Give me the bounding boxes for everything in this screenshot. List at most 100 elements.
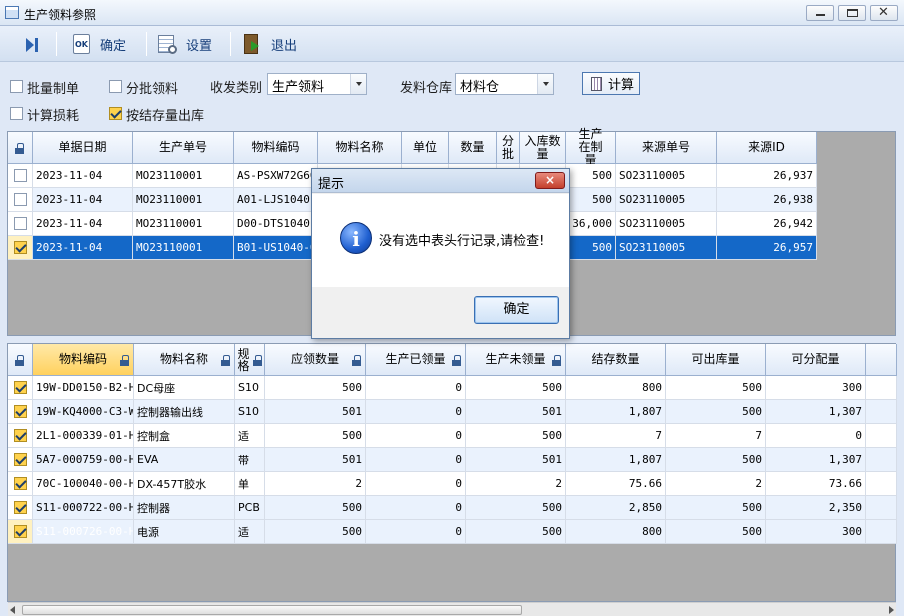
col-header[interactable]: 来源单号: [616, 132, 717, 164]
cell-spec[interactable]: S10: [235, 376, 265, 400]
cell-date[interactable]: 2023-11-04: [33, 188, 133, 212]
cell-date[interactable]: 2023-11-04: [33, 164, 133, 188]
cell-untaken[interactable]: 501: [466, 400, 566, 424]
cell-taken[interactable]: 0: [366, 424, 466, 448]
row-checkbox[interactable]: [13, 241, 27, 254]
col-header[interactable]: 生产在制量: [566, 128, 616, 167]
cell-taken[interactable]: 0: [366, 472, 466, 496]
cell-id[interactable]: 26,938: [717, 188, 817, 212]
cell-order[interactable]: MO23110001: [133, 236, 234, 260]
cell-id[interactable]: 26,937: [717, 164, 817, 188]
table-row[interactable]: S11-000726-00-H 电源适 500 0 500 800 500 300: [8, 520, 897, 544]
chevron-down-icon[interactable]: [350, 74, 366, 94]
cell-out[interactable]: 500: [666, 376, 766, 400]
cell-name[interactable]: 控制盒: [134, 424, 235, 448]
scroll-left-icon[interactable]: [10, 606, 15, 614]
cell-alloc[interactable]: 73.66: [766, 472, 866, 496]
send-type-select[interactable]: 生产领料: [267, 73, 367, 95]
cell-code[interactable]: S11-000722-00-H: [33, 496, 134, 520]
row-checkbox[interactable]: [13, 405, 27, 418]
collapse-button[interactable]: [22, 30, 44, 58]
col-header[interactable]: 规格: [235, 344, 265, 376]
row-checkbox[interactable]: [13, 477, 27, 490]
cell-spec[interactable]: 带: [235, 448, 265, 472]
cell-out[interactable]: 500: [666, 400, 766, 424]
cell-need[interactable]: 500: [265, 496, 366, 520]
settings-button[interactable]: 设置: [156, 30, 212, 58]
cell-alloc[interactable]: 300: [766, 376, 866, 400]
cell-code[interactable]: 2L1-000339-01-H: [33, 424, 134, 448]
cell-untaken[interactable]: 2: [466, 472, 566, 496]
cell-spec[interactable]: 单: [235, 472, 265, 496]
cell-code[interactable]: 5A7-000759-00-H: [33, 448, 134, 472]
cell-code[interactable]: A01-LJS1040-: [234, 188, 318, 212]
cell-id[interactable]: 26,942: [717, 212, 817, 236]
cell-taken[interactable]: 0: [366, 520, 466, 544]
col-header[interactable]: 入库数量: [520, 132, 566, 164]
col-header[interactable]: 可分配量: [766, 344, 866, 376]
table-row[interactable]: S11-000722-00-H 控制器 PCB 500 0 500 2,850 500 2,35…: [8, 496, 897, 520]
col-header[interactable]: 生产已领量: [366, 344, 466, 376]
cell-wip[interactable]: 500: [566, 188, 616, 212]
row-checkbox[interactable]: [13, 453, 27, 466]
cell-stock[interactable]: 7: [566, 424, 666, 448]
cell-code[interactable]: AS-PSXW72G60: [234, 164, 318, 188]
cell-out[interactable]: 500: [666, 448, 766, 472]
chevron-down-icon[interactable]: [537, 74, 553, 94]
cell-overflow[interactable]: [866, 520, 897, 544]
cell-out[interactable]: 500: [666, 496, 766, 520]
col-header[interactable]: 物料名称: [134, 344, 235, 376]
col-header[interactable]: 物料名称: [318, 132, 402, 164]
cell-need[interactable]: 501: [265, 400, 366, 424]
cell-alloc[interactable]: 2,350: [766, 496, 866, 520]
table-row[interactable]: 19W-DD0150-B2-H DC母座 S10 500 0 500 800 500 300: [8, 376, 897, 400]
cell-untaken[interactable]: 500: [466, 520, 566, 544]
cell-alloc[interactable]: 1,307: [766, 400, 866, 424]
col-header[interactable]: 可出库量: [666, 344, 766, 376]
cell-code[interactable]: 70C-100040-00-H: [33, 472, 134, 496]
row-selector[interactable]: [8, 376, 33, 400]
calc-loss-checkbox[interactable]: [10, 107, 23, 120]
col-header[interactable]: 来源ID: [717, 132, 817, 164]
cell-name[interactable]: 控制器: [134, 496, 235, 520]
cell-need[interactable]: 500: [265, 520, 366, 544]
row-checkbox[interactable]: [13, 501, 27, 514]
cell-overflow[interactable]: [866, 376, 897, 400]
cell-need[interactable]: 500: [265, 376, 366, 400]
cell-spec[interactable]: 适: [235, 424, 265, 448]
cell-code[interactable]: 19W-KQ4000-C3-W: [33, 400, 134, 424]
cell-stock[interactable]: 800: [566, 376, 666, 400]
cell-spec[interactable]: 适: [235, 520, 265, 544]
cell-untaken[interactable]: 500: [466, 496, 566, 520]
horizontal-scrollbar[interactable]: [8, 602, 896, 616]
cell-need[interactable]: 501: [265, 448, 366, 472]
batch-pick-checkbox[interactable]: [109, 80, 122, 93]
col-header-more[interactable]: [866, 344, 897, 376]
row-selector[interactable]: [8, 236, 33, 260]
cell-wip[interactable]: 500: [566, 164, 616, 188]
minimize-button[interactable]: [806, 5, 834, 21]
row-checkbox[interactable]: [13, 193, 27, 206]
dialog-close-button[interactable]: ×: [535, 172, 565, 189]
cell-code[interactable]: B01-US1040-0: [234, 236, 318, 260]
maximize-button[interactable]: [838, 5, 866, 21]
cell-taken[interactable]: 0: [366, 400, 466, 424]
cell-name[interactable]: 控制器输出线: [134, 400, 235, 424]
cell-spec[interactable]: S10: [235, 400, 265, 424]
col-header[interactable]: 分批: [497, 132, 520, 164]
by-stock-checkbox[interactable]: [109, 107, 122, 120]
cell-stock[interactable]: 1,807: [566, 400, 666, 424]
close-window-button[interactable]: ✕: [870, 5, 898, 21]
exit-button[interactable]: 退出: [241, 30, 297, 58]
cell-name[interactable]: EVA: [134, 448, 235, 472]
cell-out[interactable]: 500: [666, 520, 766, 544]
warehouse-select[interactable]: 材料仓: [455, 73, 554, 95]
cell-code[interactable]: S11-000726-00-H: [33, 520, 134, 544]
cell-overflow[interactable]: [866, 424, 897, 448]
row-checkbox[interactable]: [13, 381, 27, 394]
row-checkbox[interactable]: [13, 525, 27, 538]
cell-stock[interactable]: 2,850: [566, 496, 666, 520]
cell-overflow[interactable]: [866, 448, 897, 472]
col-header[interactable]: 应领数量: [265, 344, 366, 376]
cell-alloc[interactable]: 0: [766, 424, 866, 448]
